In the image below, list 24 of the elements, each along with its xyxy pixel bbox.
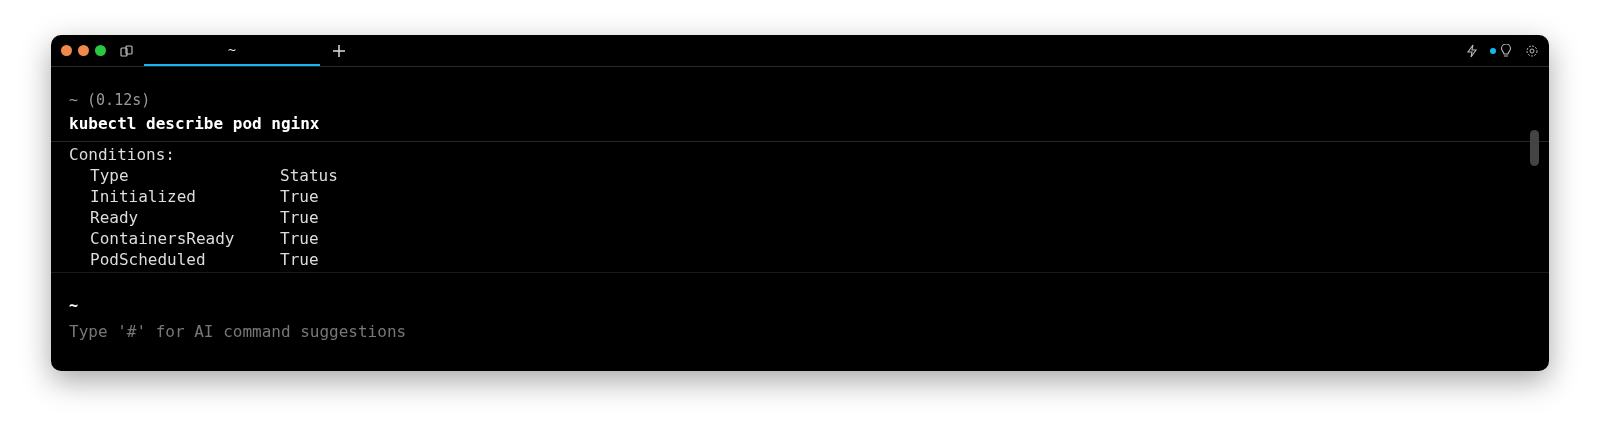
scrollbar-thumb[interactable] (1530, 130, 1539, 166)
lightning-icon[interactable] (1465, 43, 1479, 58)
output-cell-text: Ready (90, 207, 140, 228)
zoom-button[interactable] (95, 45, 106, 56)
panes-icon[interactable] (120, 43, 134, 58)
output-heading: Conditions: (69, 144, 176, 165)
close-button[interactable] (61, 45, 72, 56)
output-cell-text: True (280, 249, 320, 270)
column-header: Type (90, 165, 130, 186)
new-tab-icon[interactable] (332, 43, 346, 58)
prompt-info: ~ (0.12s) (69, 90, 152, 111)
output-cell-text: True (280, 186, 320, 207)
column-header: Status (280, 165, 339, 186)
tab[interactable]: ~ (144, 35, 320, 66)
output-cell-text: ContainersReady (90, 228, 236, 249)
settings-icon[interactable] (1525, 43, 1539, 58)
input-prompt: ~ (69, 296, 80, 317)
command-text: kubectl describe pod nginx (69, 113, 321, 135)
minimize-button[interactable] (78, 45, 89, 56)
output-cell-text: PodScheduled (90, 249, 207, 270)
output-cell-text: True (280, 228, 320, 249)
output-cell-text: True (280, 207, 320, 228)
command-input[interactable]: Type '#' for AI command suggestions (69, 319, 669, 345)
output-cell-text: Initialized (90, 186, 197, 207)
